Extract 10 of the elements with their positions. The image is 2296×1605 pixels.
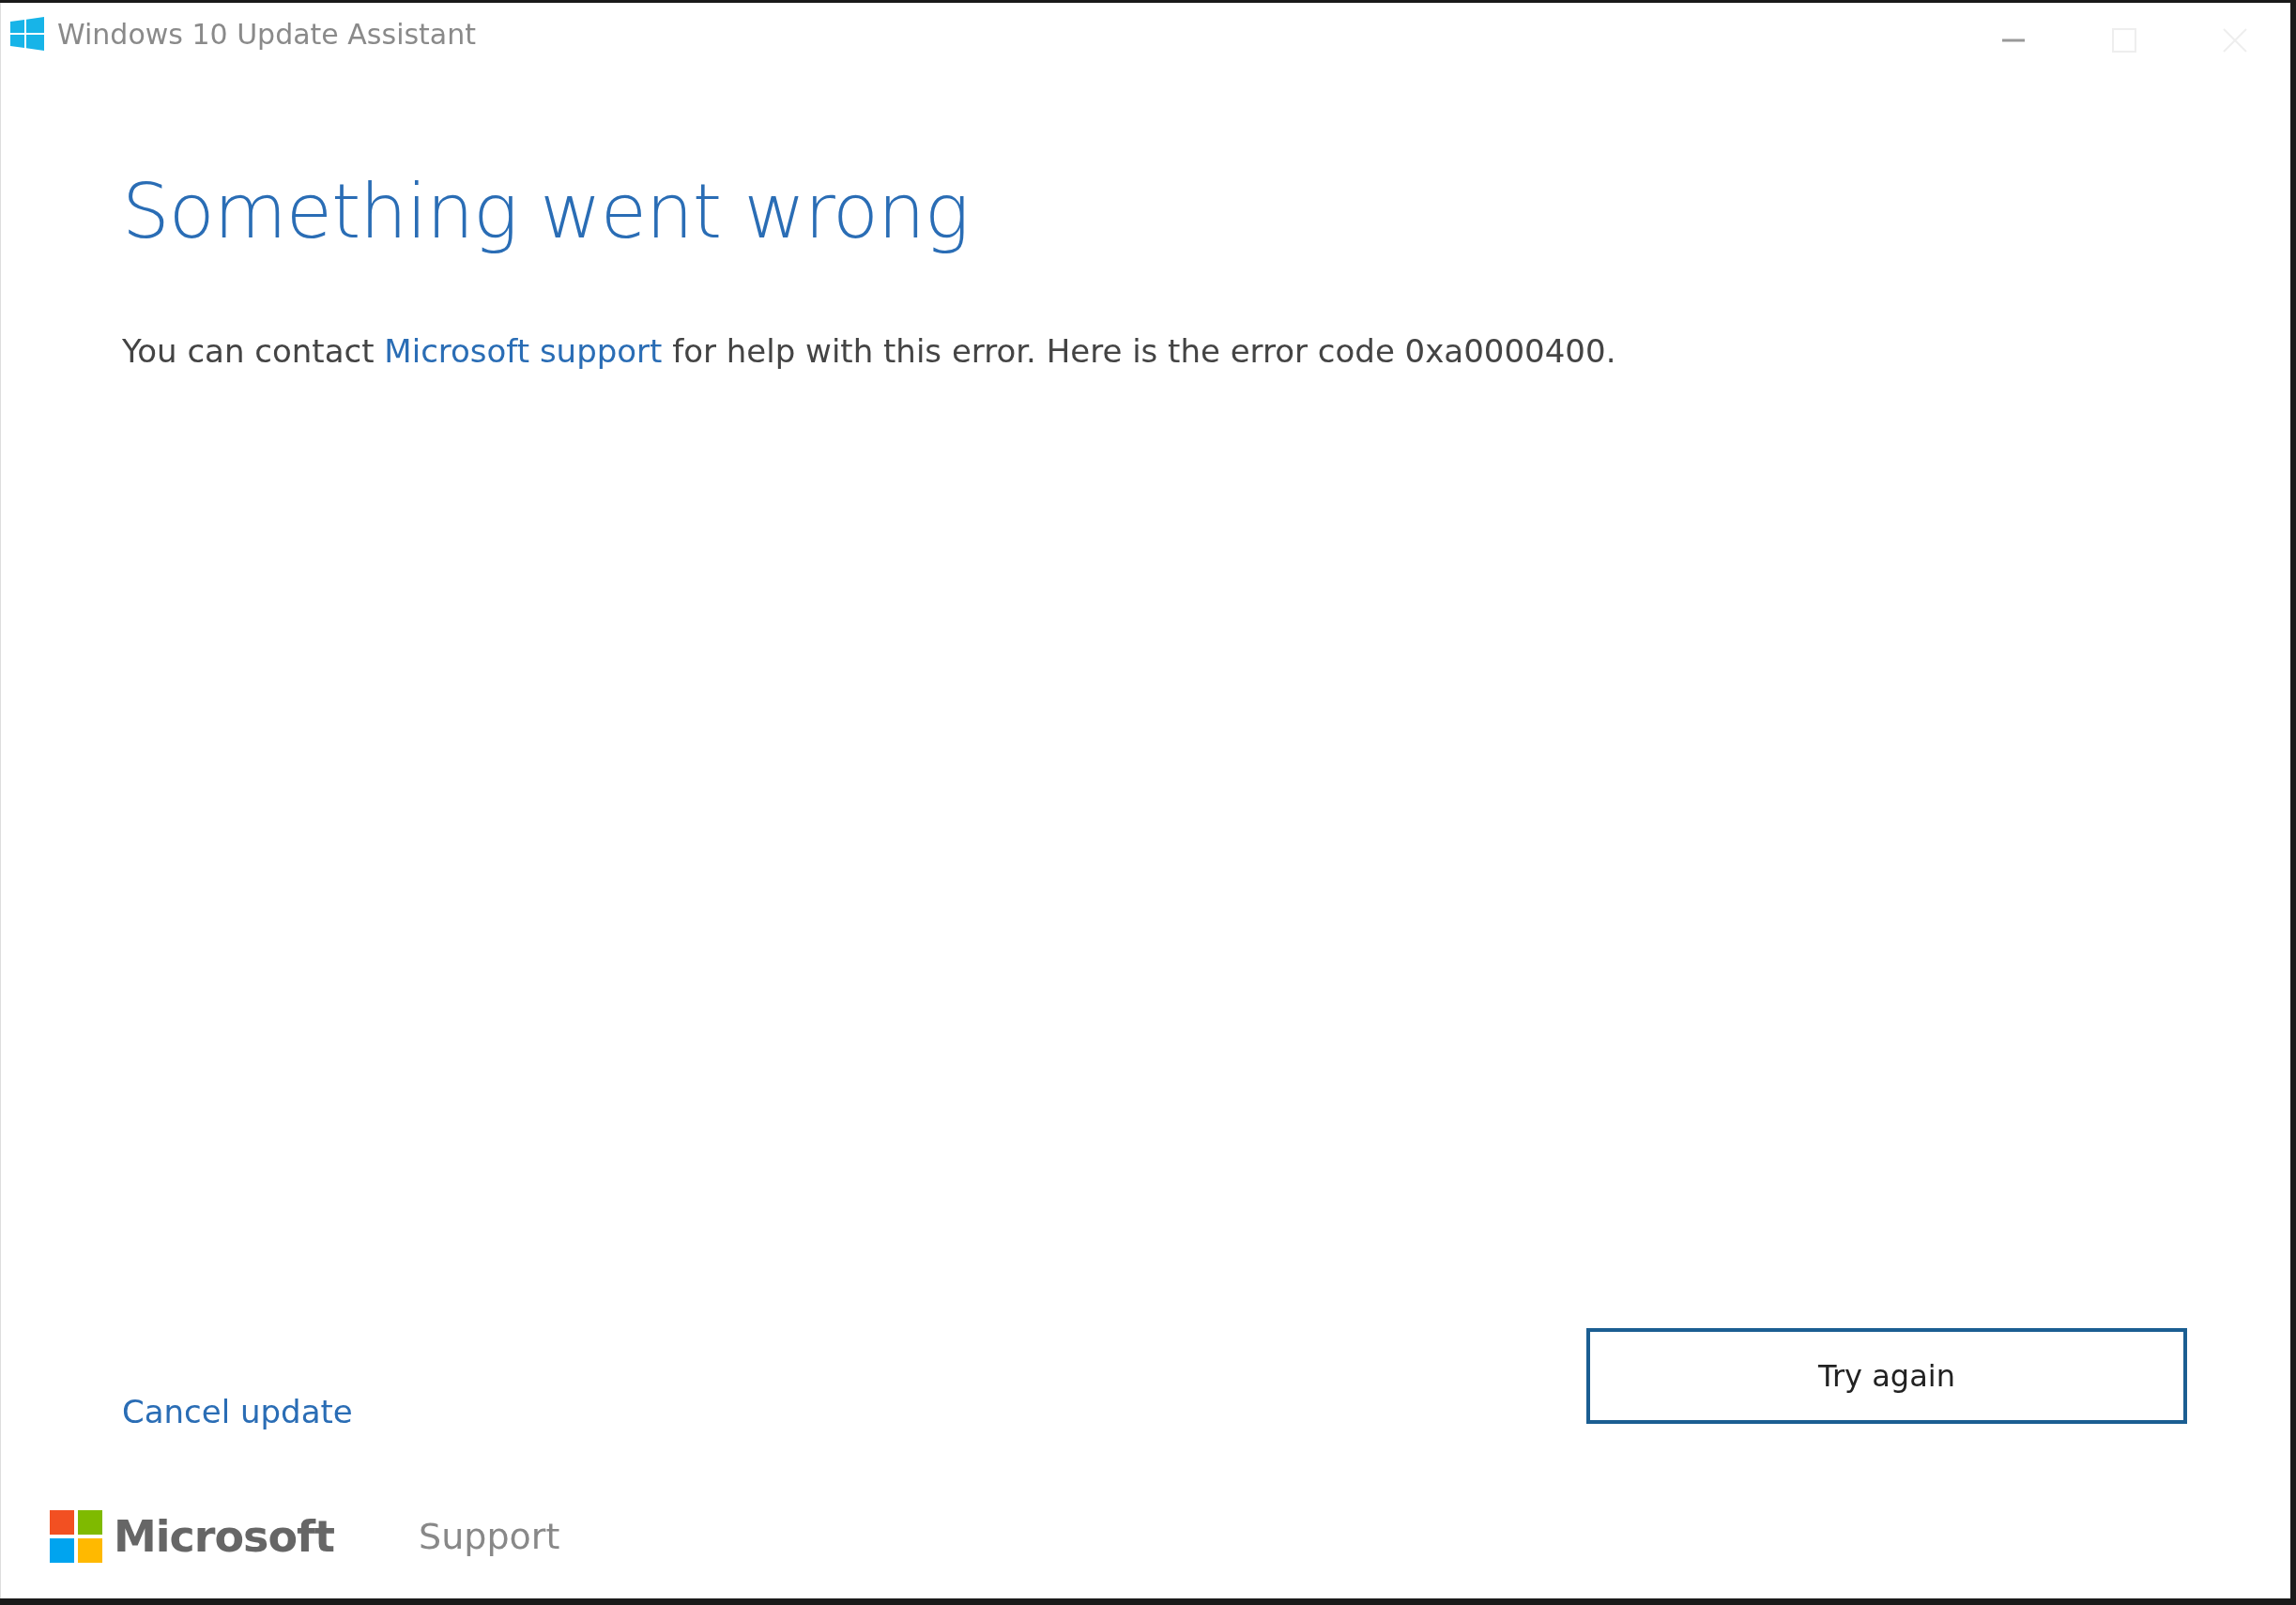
window-title: Windows 10 Update Assistant xyxy=(57,17,477,51)
error-message: You can contact Microsoft support for help with this error. Here is the error code 0xa0000400. xyxy=(122,332,1617,370)
windows-logo-icon xyxy=(10,17,44,51)
support-link[interactable]: Support xyxy=(419,1516,560,1557)
error-heading: Something went wrong xyxy=(122,168,970,255)
try-again-button[interactable]: Try again xyxy=(1586,1328,2187,1424)
microsoft-support-link[interactable]: Microsoft support xyxy=(384,332,663,370)
microsoft-logo-icon xyxy=(50,1510,102,1563)
cancel-update-link[interactable]: Cancel update xyxy=(122,1393,353,1430)
brand-name: Microsoft xyxy=(114,1511,335,1562)
